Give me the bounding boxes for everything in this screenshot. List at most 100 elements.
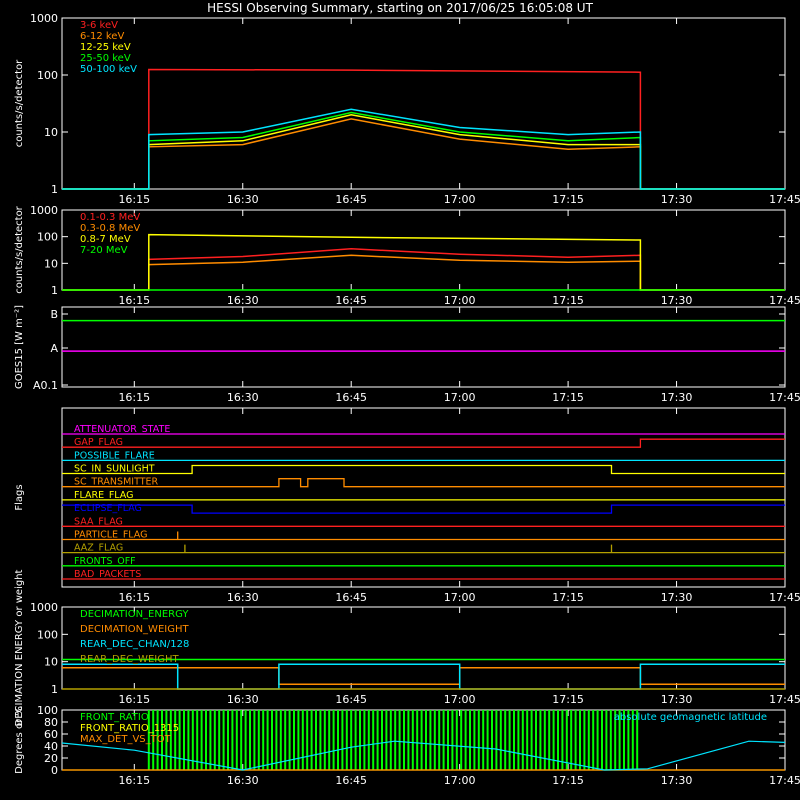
y-axis-label: Flags: [14, 484, 25, 510]
x-tick-label: 16:30: [227, 693, 259, 706]
legend-entry: DECIMATION_WEIGHT: [80, 624, 189, 635]
x-tick-label: 17:45: [769, 193, 800, 206]
y-tick-label: 1: [51, 683, 58, 696]
legend-entry: 50-100 keV: [80, 64, 137, 75]
legend-entry: 0.8-7 MeV: [80, 234, 131, 245]
x-tick-label: 17:00: [444, 294, 476, 307]
x-tick-label: 17:15: [552, 693, 584, 706]
x-tick-label: 16:15: [118, 591, 150, 604]
x-tick-label: 17:30: [661, 294, 693, 307]
flag-label: SAA_FLAG: [74, 516, 123, 527]
series-line: [62, 68, 785, 190]
flag-label: GAP_FLAG: [74, 437, 123, 448]
legend-entry: FRONT_RATIO_1315: [80, 723, 179, 734]
y-tick-label: 10: [44, 126, 58, 139]
flag-line: [62, 438, 785, 448]
x-tick-label: 16:15: [118, 193, 150, 206]
legend-entry: 12-25 keV: [80, 42, 131, 53]
x-tick-label: 17:15: [552, 774, 584, 787]
legend-entry: 6-12 keV: [80, 31, 124, 42]
y-tick-label: 20: [44, 752, 58, 765]
y-tick-label: 100: [37, 628, 58, 641]
y-tick-label: A: [50, 342, 58, 355]
annotation-label: absolute geomagnetic latitude: [614, 712, 767, 723]
y-tick-label: 80: [44, 716, 58, 729]
series-line: [62, 108, 785, 190]
x-tick-label: 17:00: [444, 193, 476, 206]
legend-entry: MAX_DET_VS_TOT: [80, 734, 172, 745]
y-axis-label: Degrees or %: [14, 706, 25, 774]
flag-line: [62, 464, 785, 475]
x-tick-label: 17:30: [661, 591, 693, 604]
flag-label: FLARE_FLAG: [74, 490, 134, 501]
panels: 16:15 16:30 16:45 17:00 17:15 17:30 17:4511010…: [14, 12, 800, 787]
series-line: [62, 118, 785, 190]
legend-entry: REAR_DEC_WEIGHT: [80, 654, 179, 665]
flag-line: [62, 504, 785, 514]
x-tick-label: 17:15: [552, 193, 584, 206]
x-tick-label: 17:00: [444, 774, 476, 787]
flag-label: BAD_PACKETS: [74, 569, 141, 580]
x-tick-label: 16:15: [118, 294, 150, 307]
y-tick-label: 10: [44, 257, 58, 270]
x-tick-label: 16:30: [227, 591, 259, 604]
legend-entry: FRONT_RATIO: [80, 712, 149, 723]
flag-label: SC_TRANSMITTER: [74, 477, 159, 488]
x-tick-label: 17:30: [661, 193, 693, 206]
legend-entry: 25-50 keV: [80, 53, 131, 64]
y-tick-label: 0: [51, 764, 58, 777]
flag-label: AAZ_FLAG: [74, 543, 123, 554]
hessi-summary-figure: HESSI Observing Summary, starting on 201…: [14, 1, 800, 787]
x-tick-label: 16:15: [118, 693, 150, 706]
plot-frame: [61, 209, 786, 291]
y-tick-label: 1000: [30, 204, 58, 217]
x-tick-label: 17:15: [552, 391, 584, 404]
flag-line: [62, 531, 785, 541]
legend-entry: DECIMATION_ENERGY: [80, 609, 189, 620]
y-axis-label: DECIMATION ENERGY or weight: [14, 569, 25, 726]
x-tick-label: 17:00: [444, 693, 476, 706]
panel-2: 16:15 16:30 16:45 17:00 17:15 17:30 17:45 1 10 10…: [14, 204, 800, 307]
plot-frame: [61, 407, 786, 588]
series-line: [62, 233, 785, 291]
x-tick-label: 17:45: [769, 391, 800, 404]
series-line: [62, 666, 785, 685]
panel-6: 16:15 16:30 16:45 17:00 17:15 17:30 17:45 02040…: [14, 704, 800, 787]
legend-entry: 7-20 MeV: [80, 245, 128, 256]
x-tick-label: 16:30: [227, 774, 259, 787]
flag-label: FRONTS_OFF: [74, 556, 136, 567]
x-tick-label: 17:30: [661, 774, 693, 787]
y-tick-label: 60: [44, 728, 58, 741]
x-tick-label: 16:15: [118, 391, 150, 404]
y-tick-label: 100: [37, 69, 58, 82]
x-tick-label: 17:00: [444, 591, 476, 604]
plot-frame: [61, 17, 786, 190]
y-tick-label: 100: [37, 231, 58, 244]
x-tick-label: 17:00: [444, 391, 476, 404]
flag-label: POSSIBLE_FLARE: [74, 450, 155, 461]
y-tick-label: 1: [51, 183, 58, 196]
series-line: [62, 111, 785, 190]
x-tick-label: 17:30: [661, 391, 693, 404]
legend-entry: 0.1-0.3 MeV: [80, 212, 140, 223]
y-tick-label: B: [50, 308, 58, 321]
plot-frame: [61, 306, 786, 388]
y-tick-label: 10: [44, 656, 58, 669]
x-tick-label: 16:45: [335, 193, 367, 206]
legend-entry: 3-6 keV: [80, 20, 118, 31]
figure-title: HESSI Observing Summary, starting on 201…: [207, 1, 593, 15]
y-tick-label: 40: [44, 740, 58, 753]
x-tick-label: 17:45: [769, 693, 800, 706]
flag-label: ECLIPSE_FLAG: [74, 503, 142, 514]
x-tick-label: 17:15: [552, 294, 584, 307]
x-tick-label: 16:30: [227, 294, 259, 307]
x-tick-label: 16:45: [335, 591, 367, 604]
flag-label: PARTICLE_FLAG: [74, 529, 147, 540]
x-tick-label: 16:30: [227, 391, 259, 404]
panel-1: 16:15 16:30 16:45 17:00 17:15 17:30 17:45 1 10 10…: [14, 12, 800, 206]
y-tick-label: 1000: [30, 601, 58, 614]
x-tick-label: 16:45: [335, 693, 367, 706]
y-tick-label: 1000: [30, 12, 58, 25]
panel-4: 16:15 16:30 16:45 17:00 17:15 17:30 17:45 Flags…: [14, 407, 800, 604]
flag-label: ATTENUATOR_STATE: [74, 424, 170, 435]
